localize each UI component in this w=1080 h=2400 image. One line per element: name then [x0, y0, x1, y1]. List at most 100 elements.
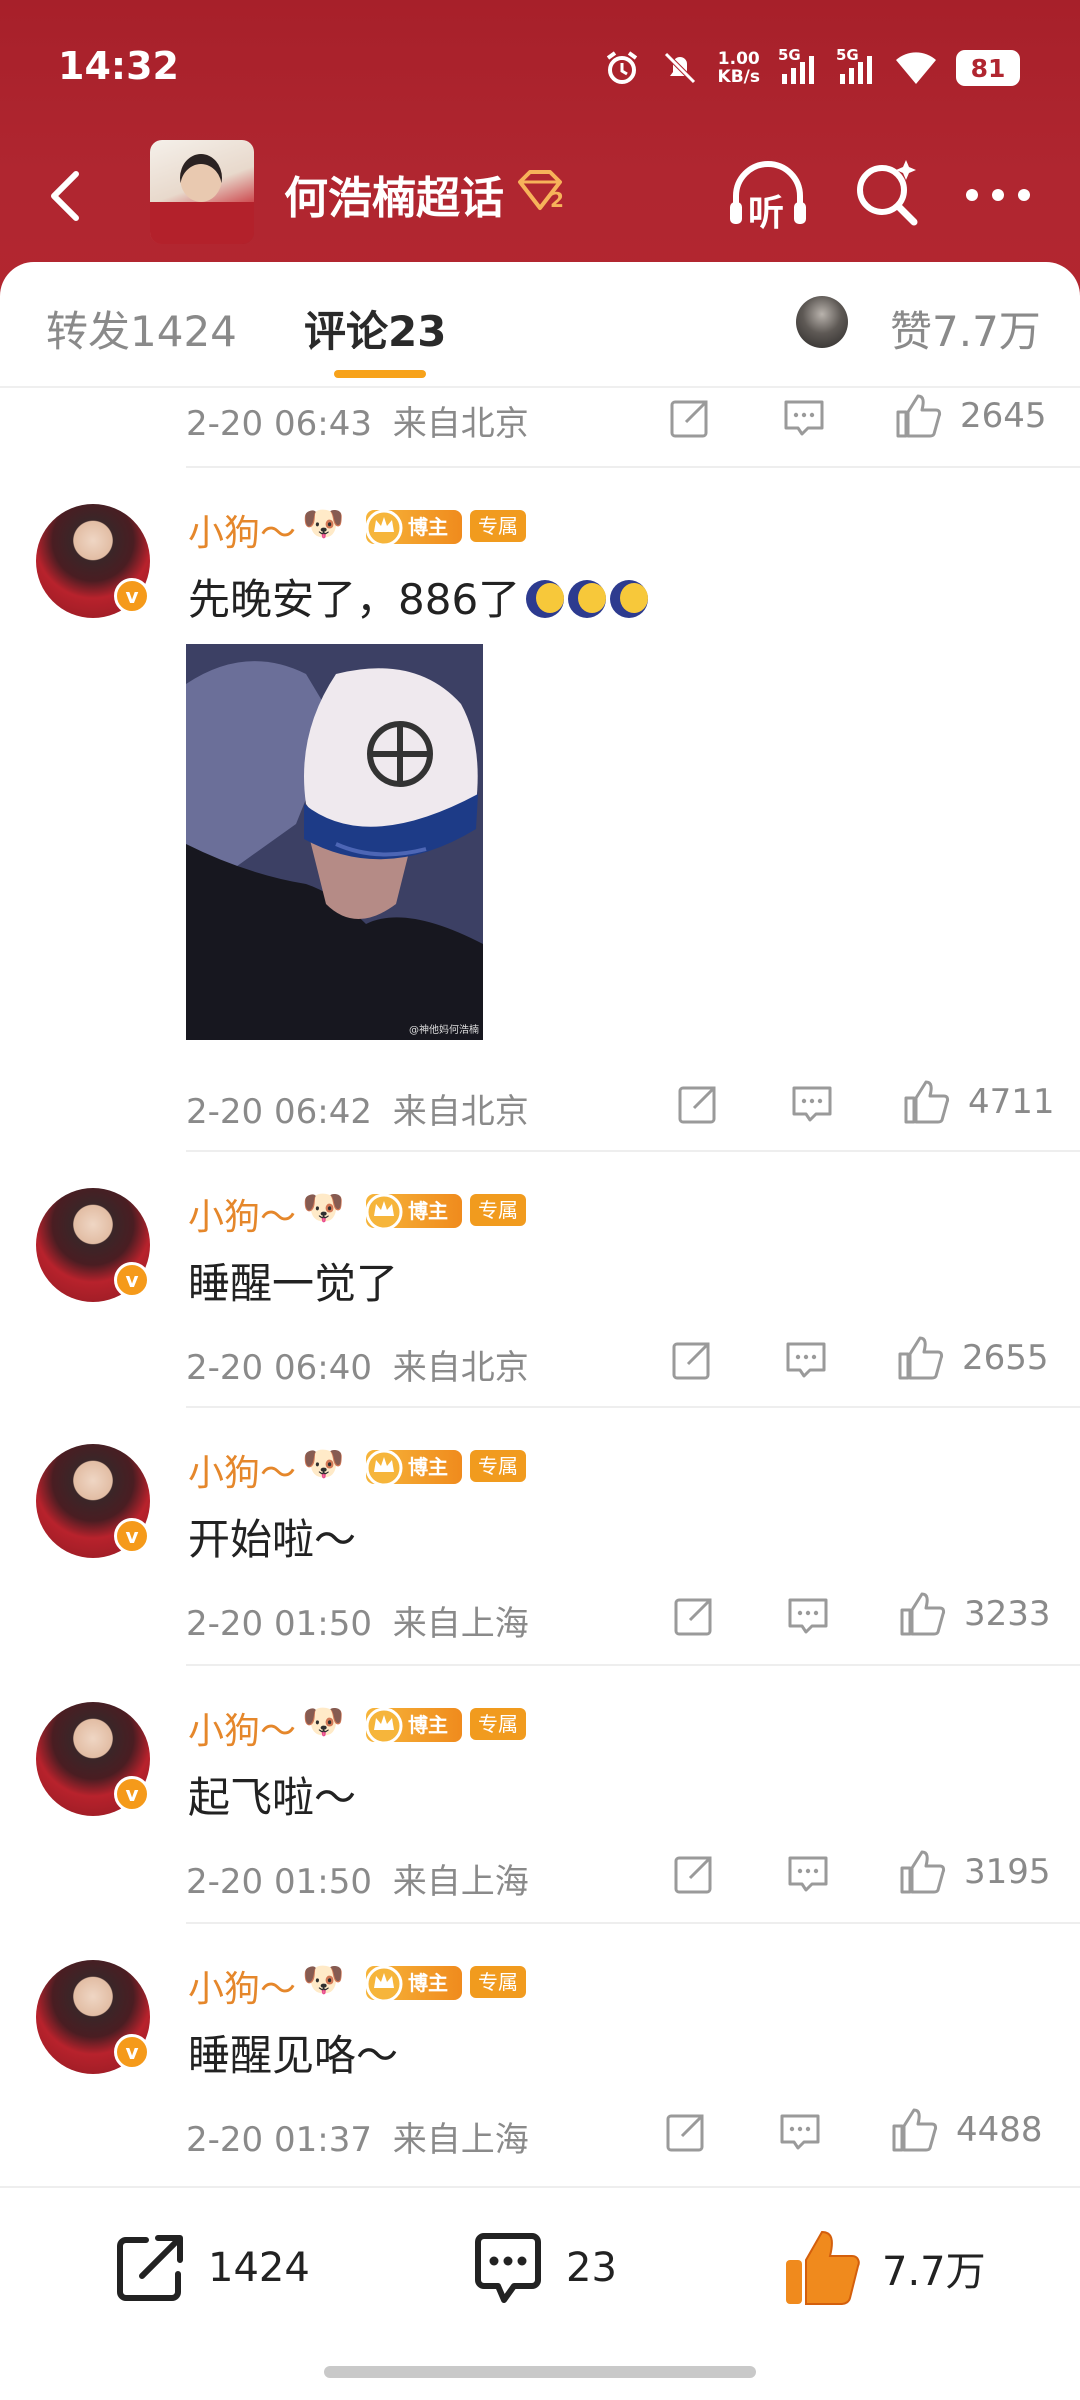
wifi-icon	[896, 52, 936, 84]
user-name[interactable]: 小狗～	[188, 1960, 296, 2012]
verified-badge: v	[114, 2034, 150, 2070]
blogger-badge: 博主	[365, 1707, 462, 1745]
comment-time: 2-20 06:43	[186, 404, 372, 444]
more-icon[interactable]	[962, 180, 1034, 210]
comment-time: 2-20 06:40	[186, 1348, 372, 1388]
comment-meta: 2-20 01:37 来自上海	[186, 2112, 529, 2161]
dog-emoji: 🐶	[302, 1188, 345, 1228]
status-bar: 14:32 1.00 KB/s 5G 5G 81	[0, 0, 1080, 140]
search-icon[interactable]	[850, 156, 926, 232]
like-icon[interactable]	[894, 392, 942, 440]
battery-indicator: 81	[956, 50, 1020, 86]
dog-emoji: 🐶	[302, 504, 345, 544]
repost-icon[interactable]	[676, 1082, 720, 1126]
comment-time: 2-20 01:37	[186, 2120, 372, 2160]
topic-level-badge: 2	[516, 170, 568, 214]
comment-meta: 2-20 01:50 来自上海	[186, 1854, 529, 1903]
like-icon[interactable]	[898, 1590, 946, 1638]
repost-icon[interactable]	[672, 1852, 716, 1896]
comment-icon[interactable]	[786, 1852, 830, 1896]
user-name[interactable]: 小狗～	[188, 1188, 296, 1240]
listen-button[interactable]: 听	[726, 156, 810, 236]
comment-icon[interactable]	[782, 396, 826, 440]
back-arrow-icon[interactable]	[38, 166, 98, 226]
comment-text: 睡醒见咯～	[188, 2031, 399, 2080]
crown-icon	[365, 1193, 403, 1231]
bottom-like-button[interactable]: 7.7万	[782, 2228, 986, 2308]
comment-location: 来自上海	[392, 1862, 529, 1902]
user-name[interactable]: 小狗～	[188, 1702, 296, 1754]
blogger-badge-label: 博主	[408, 515, 448, 539]
tab-likes[interactable]: 赞7.7万	[890, 298, 1041, 359]
crown-icon	[365, 1965, 403, 2003]
bottom-like-count: 7.7万	[882, 2249, 986, 2295]
comment-divider	[186, 1406, 1080, 1408]
comment-location: 来自北京	[392, 404, 529, 444]
net-speed-value: 1.00	[717, 49, 760, 69]
comment-time: 2-20 06:42	[186, 1092, 372, 1132]
comment-text: 开始啦～	[188, 1515, 357, 1564]
comment-icon[interactable]	[790, 1082, 834, 1126]
topic-cover-banner	[150, 202, 254, 244]
topic-cover-image[interactable]	[150, 140, 254, 244]
repost-icon[interactable]	[664, 2110, 708, 2154]
blogger-badge: 博主	[365, 1449, 462, 1487]
user-name[interactable]: 小狗～	[188, 504, 296, 556]
nav-row: 何浩楠超话 2 听	[0, 140, 1080, 250]
repost-icon[interactable]	[672, 1594, 716, 1638]
repost-icon	[117, 2235, 183, 2301]
tab-repost[interactable]: 转发1424	[46, 298, 237, 359]
liker-avatar[interactable]	[796, 296, 848, 348]
comment-icon[interactable]	[784, 1338, 828, 1382]
bottom-repost-button[interactable]: 1424	[112, 2228, 310, 2308]
exclusive-badge: 专属	[470, 510, 526, 542]
photo-watermark: @神他妈何浩楠	[409, 1025, 479, 1036]
comment-time: 2-20 01:50	[186, 1862, 372, 1902]
comment-text: 先晚安了，886了	[188, 566, 652, 627]
comment-meta: 2-20 06:43 来自北京	[186, 396, 529, 445]
user-name[interactable]: 小狗～	[188, 1444, 296, 1496]
crown-icon	[365, 509, 403, 547]
signal-sim1: 5G	[778, 46, 818, 88]
tab-comments[interactable]: 评论23	[304, 298, 446, 359]
dog-emoji: 🐶	[302, 1444, 345, 1484]
comment-divider	[186, 1664, 1080, 1666]
comment-icon[interactable]	[786, 1594, 830, 1638]
like-filled-icon	[786, 2230, 860, 2305]
net-speed: 1.00 KB/s	[718, 50, 760, 86]
home-indicator[interactable]	[324, 2366, 756, 2378]
moon-emojis	[526, 575, 652, 624]
blogger-badge-label: 博主	[408, 1971, 448, 1995]
like-icon[interactable]	[896, 1334, 944, 1382]
blogger-badge: 博主	[365, 1965, 462, 2003]
topic-title[interactable]: 何浩楠超话	[284, 162, 504, 226]
tabs-divider	[0, 386, 1080, 388]
comment-divider	[186, 1150, 1080, 1152]
moon-emoji	[526, 580, 565, 618]
comment-meta: 2-20 06:40 来自北京	[186, 1340, 529, 1389]
like-count: 4711	[968, 1082, 1055, 1122]
topic-level-number: 2	[550, 188, 564, 212]
comment-time: 2-20 01:50	[186, 1604, 372, 1644]
topic-cover-face	[180, 154, 222, 202]
dog-emoji: 🐶	[302, 1702, 345, 1742]
comment-divider	[186, 1922, 1080, 1924]
repost-icon[interactable]	[668, 396, 712, 440]
comment-location: 来自北京	[392, 1092, 529, 1132]
repost-icon[interactable]	[670, 1338, 714, 1382]
exclusive-badge: 专属	[470, 1966, 526, 1998]
like-icon[interactable]	[890, 2106, 938, 2154]
bottom-comment-button[interactable]: 23	[470, 2228, 617, 2308]
like-icon[interactable]	[898, 1848, 946, 1896]
like-count: 3233	[964, 1594, 1051, 1634]
comment-text-content: 先晚安了，886了	[188, 575, 521, 624]
comment-location: 来自北京	[392, 1348, 529, 1388]
like-icon[interactable]	[902, 1078, 950, 1126]
status-icons: 1.00 KB/s 5G 5G 81	[602, 46, 1020, 88]
moon-emoji	[568, 580, 607, 618]
comment-photo[interactable]: @神他妈何浩楠	[186, 644, 483, 1040]
blogger-badge-label: 博主	[408, 1199, 448, 1223]
comment-icon[interactable]	[778, 2110, 822, 2154]
dog-emoji: 🐶	[302, 1960, 345, 2000]
blogger-badge-label: 博主	[408, 1455, 448, 1479]
